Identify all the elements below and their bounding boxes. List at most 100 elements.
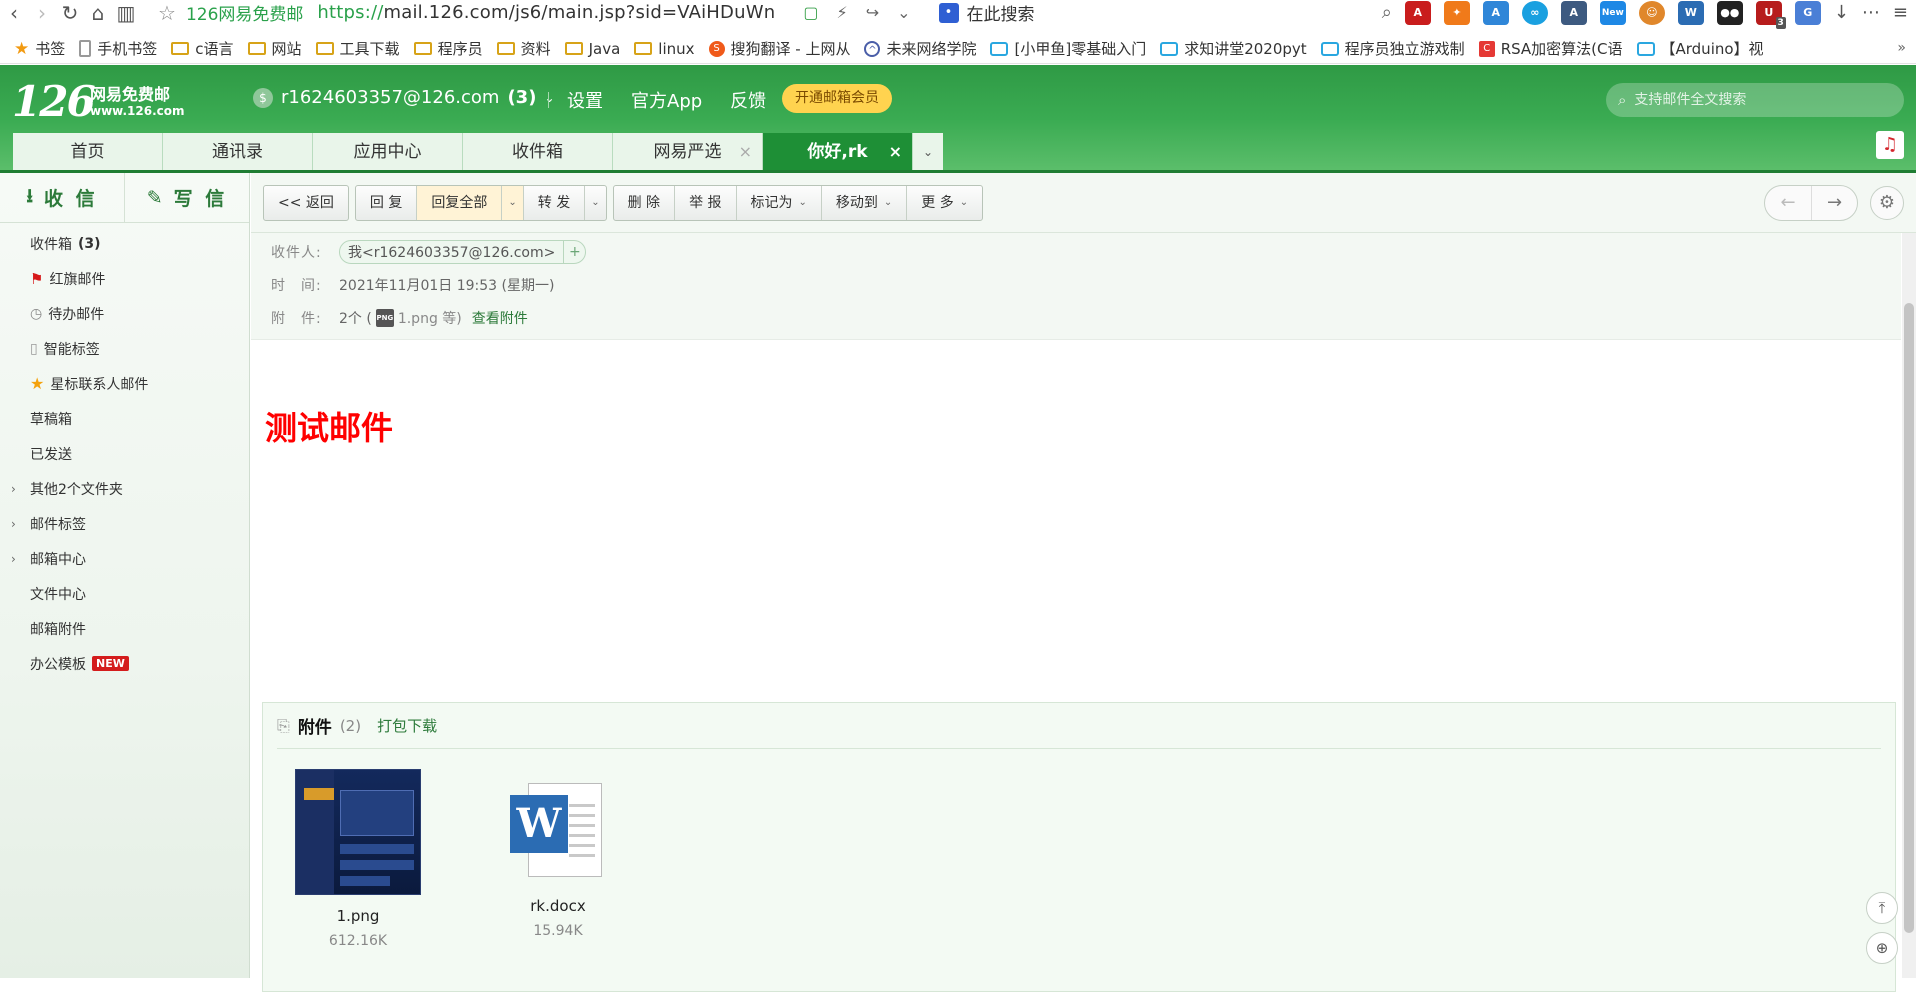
reader-icon[interactable]: ▥ — [112, 3, 140, 23]
google-translate-icon[interactable]: G — [1794, 0, 1821, 25]
bookmark-item[interactable]: [小甲鱼]零基础入门 — [990, 38, 1146, 59]
feedback-link[interactable]: 反馈 — [730, 87, 766, 113]
bookmark-item[interactable]: Java — [564, 40, 620, 58]
app-link[interactable]: 官方App — [631, 87, 702, 113]
sidebar-item-drafts[interactable]: 草稿箱 — [0, 401, 249, 436]
bookmark-item[interactable]: 手机书签 — [79, 38, 157, 59]
read-mode-icon[interactable]: ▢ — [803, 3, 818, 22]
bookmark-item[interactable]: linux — [634, 40, 695, 58]
next-message-icon[interactable]: → — [1811, 186, 1857, 220]
bookmark-overflow-icon[interactable]: » — [1897, 40, 1906, 56]
forward-icon[interactable]: › — [28, 3, 56, 23]
bookmark-star-icon[interactable]: ☆ — [158, 1, 176, 25]
hamburger-icon[interactable]: ≡ — [1893, 2, 1908, 23]
forward-dropdown-icon[interactable]: ⌄ — [585, 186, 605, 220]
receive-button[interactable]: ⭳ 收 信 — [0, 173, 124, 222]
attachment-item[interactable]: W rk.docx 15.94K — [495, 769, 621, 939]
bookmark-item[interactable]: 求知讲堂2020pyt — [1160, 38, 1307, 59]
scrollbar-thumb[interactable] — [1904, 303, 1914, 933]
view-attachments-link[interactable]: 查看附件 — [472, 308, 528, 328]
bookmark-item[interactable]: 网站 — [247, 38, 302, 59]
attachment-item[interactable]: 1.png 612.16K — [295, 769, 421, 949]
share-icon[interactable]: ↪ — [866, 3, 879, 22]
browser-search[interactable]: • 在此搜索 — [938, 0, 1035, 25]
close-icon[interactable]: × — [889, 133, 902, 171]
bookmark-item[interactable]: 【Arduino】视 — [1636, 38, 1764, 59]
text-icon[interactable]: A — [1560, 0, 1587, 25]
bookmark-item[interactable]: 工具下载 — [315, 38, 400, 59]
attachment-name[interactable]: rk.docx — [495, 897, 621, 915]
tab-inbox[interactable]: 收件箱 — [463, 133, 613, 171]
mark-as-button[interactable]: 标记为 ⌄ — [737, 185, 822, 220]
back-to-top-icon[interactable]: ⤒ — [1866, 892, 1898, 924]
tab-contacts[interactable]: 通讯录 — [163, 133, 313, 171]
download-all-link[interactable]: 打包下载 — [377, 715, 437, 736]
gear-icon[interactable]: ⚙ — [1870, 186, 1904, 220]
sidebar-item-mail-center[interactable]: › 邮箱中心 — [0, 541, 249, 576]
scrollbar[interactable] — [1902, 233, 1916, 978]
sidebar-item-mail-tags[interactable]: › 邮件标签 — [0, 506, 249, 541]
move-to-button[interactable]: 移动到 ⌄ — [822, 185, 908, 220]
bookmark-item[interactable]: 程序员独立游戏制 — [1320, 38, 1465, 59]
translate-icon[interactable]: A — [1482, 0, 1509, 25]
magnifier-icon[interactable]: ⌕ — [1382, 2, 1392, 23]
sidebar-item-todo[interactable]: ◷ 待办邮件 — [0, 296, 249, 331]
mail-search[interactable]: ⌕ — [1606, 83, 1904, 117]
bookmark-item[interactable]: 资料 — [496, 38, 551, 59]
menu-dots-icon[interactable]: ⋯ — [1862, 2, 1880, 23]
sidebar-item-starred[interactable]: ★ 星标联系人邮件 — [0, 366, 249, 401]
new-extension-icon[interactable]: New — [1599, 0, 1626, 25]
vip-button[interactable]: 开通邮箱会员 — [782, 84, 892, 113]
sidebar-item-flagged[interactable]: ⚑ 红旗邮件 — [0, 261, 249, 296]
image-thumbnail[interactable] — [295, 769, 421, 895]
recipient-chip[interactable]: 我<r1624603357@126.com> + — [339, 239, 587, 264]
add-contact-icon[interactable]: + — [563, 240, 585, 263]
lightning-icon[interactable]: ⚡ — [836, 3, 847, 22]
mail-search-input[interactable] — [1634, 92, 1885, 108]
reload-icon[interactable]: ↻ — [56, 3, 84, 23]
sidebar-item-file-center[interactable]: 文件中心 — [0, 576, 249, 611]
tab-home[interactable]: 首页 — [13, 133, 163, 171]
tabs-more-button[interactable]: ⌄ — [913, 133, 943, 171]
back-button[interactable]: << 返回 — [264, 186, 348, 220]
bookmark-item[interactable]: c语言 — [171, 38, 234, 59]
reply-dropdown-icon[interactable]: ⌄ — [502, 185, 524, 220]
bookmark-item[interactable]: ★ 书签 — [14, 38, 65, 59]
url-field[interactable]: https://mail.126.com/js6/main.jsp?sid=VA… — [317, 2, 775, 23]
sidebar-item-templates[interactable]: 办公模板 NEW — [0, 646, 249, 681]
infinity-icon[interactable]: ∞ — [1521, 0, 1548, 25]
tab-apps[interactable]: 应用中心 — [313, 133, 463, 171]
glasses-icon[interactable]: ●● — [1716, 0, 1743, 25]
settings-link[interactable]: 设置 — [567, 87, 603, 113]
close-icon[interactable]: × — [739, 133, 752, 171]
download-icon[interactable]: ↓ — [1834, 2, 1849, 23]
account-menu[interactable]: $ r1624603357@126.com (3) ⌄ — [253, 87, 555, 108]
bookmark-item[interactable]: ^ 未来网络学院 — [864, 38, 976, 59]
reply-button[interactable]: 回 复 — [356, 185, 418, 220]
word-document-icon[interactable]: W — [510, 783, 606, 879]
gamepad-icon[interactable]: ✦ — [1443, 0, 1470, 25]
previous-message-icon[interactable]: ← — [1765, 186, 1811, 220]
compose-button[interactable]: ✎ 写 信 — [124, 173, 249, 222]
home-icon[interactable]: ⌂ — [84, 3, 112, 23]
tiger-icon[interactable]: ☺ — [1638, 0, 1665, 25]
music-icon[interactable]: ♫ — [1876, 131, 1904, 159]
forward-button[interactable]: 转 发 — [524, 185, 586, 220]
pdf-icon[interactable]: A — [1404, 0, 1431, 25]
reply-all-button[interactable]: 回复全部 — [417, 185, 503, 220]
back-icon[interactable]: ‹ — [0, 3, 28, 23]
sidebar-item-inbox[interactable]: 收件箱 (3) — [0, 226, 249, 261]
report-button[interactable]: 举 报 — [675, 185, 737, 220]
more-button[interactable]: 更 多 ⌄ — [907, 186, 982, 220]
sidebar-item-other-folders[interactable]: › 其他2个文件夹 — [0, 471, 249, 506]
sidebar-item-smart-tags[interactable]: ▯ 智能标签 — [0, 331, 249, 366]
logo[interactable]: 126 网易免费邮 www.126.com — [12, 77, 185, 126]
bookmark-item[interactable]: 程序员 — [413, 38, 483, 59]
ublock-icon[interactable]: U3 — [1755, 0, 1786, 29]
bookmark-item[interactable]: S 搜狗翻译 - 上网从 — [708, 38, 850, 59]
tab-yanxuan[interactable]: 网易严选 × — [613, 133, 763, 171]
attachment-name[interactable]: 1.png — [295, 907, 421, 925]
word-icon[interactable]: W — [1677, 0, 1704, 25]
tab-message[interactable]: 你好,rk × — [763, 133, 913, 171]
zoom-icon[interactable]: ⊕ — [1866, 932, 1898, 964]
